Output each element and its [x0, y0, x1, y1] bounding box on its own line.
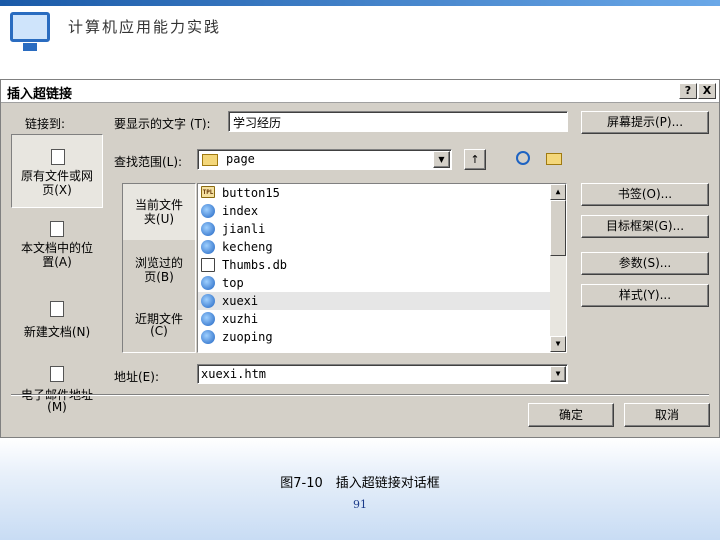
dialog-titlebar: 插入超链接 ? X	[1, 80, 719, 103]
screen-tip-button[interactable]: 屏幕提示(P)...	[581, 111, 709, 134]
nav-label: 页(B)	[144, 270, 174, 284]
nav-existing-file[interactable]: 原有文件或网 页(X)	[11, 134, 103, 208]
nav-place-in-document[interactable]: 本文档中的位 置(A)	[11, 218, 103, 280]
file-name: button15	[222, 186, 280, 200]
scroll-up-arrow-icon[interactable]: ▲	[550, 184, 566, 200]
chevron-down-icon[interactable]: ▼	[433, 151, 450, 168]
file-name: zuoping	[222, 330, 273, 344]
file-name: index	[222, 204, 259, 218]
file-name: Thumbs.db	[222, 258, 288, 272]
nav-label: 夹(U)	[143, 212, 175, 226]
display-text-input[interactable]: 学习经历	[228, 111, 568, 132]
nav-label: (C)	[150, 324, 168, 338]
bookmark-button[interactable]: 书签(O)...	[581, 183, 709, 206]
close-button[interactable]: X	[698, 83, 716, 99]
list-item[interactable]: jianli	[198, 220, 550, 238]
scroll-down-arrow-icon[interactable]: ▼	[550, 336, 566, 352]
ie-page-icon	[201, 204, 215, 218]
chevron-down-icon[interactable]: ▼	[550, 366, 566, 382]
ie-page-icon	[201, 240, 215, 254]
file-name: jianli	[222, 222, 266, 236]
slide-title: 计算机应用能力实践	[68, 18, 222, 36]
address-label: 地址(E):	[114, 370, 159, 384]
insert-hyperlink-dialog: 插入超链接 ? X 链接到: 原有文件或网 页(X) 本文档中的位 置(A) 新…	[0, 79, 720, 438]
ie-page-icon	[201, 312, 215, 326]
file-name: top	[222, 276, 244, 290]
file-name: xuzhi	[222, 312, 259, 326]
up-folder-button[interactable]: ↑	[464, 149, 486, 170]
nav-current-folder[interactable]: 当前文件 夹(U)	[123, 184, 195, 240]
style-button[interactable]: 样式(Y)...	[581, 284, 709, 307]
cancel-button[interactable]: 取消	[624, 403, 710, 427]
nav-new-document[interactable]: 新建文档(N)	[11, 296, 103, 348]
address-combo[interactable]: xuexi.htm ▼	[197, 364, 568, 384]
list-item[interactable]: TPL button15	[198, 184, 550, 202]
nav-recent-files[interactable]: 近期文件 (C)	[123, 300, 195, 352]
help-button[interactable]: ?	[679, 83, 697, 99]
page-number: 91	[353, 498, 367, 511]
link-type-nav: 原有文件或网 页(X) 本文档中的位 置(A) 新建文档(N) 电子邮件地址 (…	[11, 134, 103, 419]
nav-label: 新建文档(N)	[23, 325, 91, 339]
list-item[interactable]: top	[198, 274, 550, 292]
list-item[interactable]: Thumbs.db	[198, 256, 550, 274]
ie-page-icon	[201, 222, 215, 236]
header-stripe	[0, 0, 720, 6]
email-icon	[50, 366, 64, 382]
browse-file-button[interactable]	[543, 149, 567, 170]
existing-file-icon	[51, 149, 65, 165]
address-value: xuexi.htm	[201, 367, 267, 381]
ok-button[interactable]: 确定	[528, 403, 614, 427]
ie-page-icon	[201, 330, 215, 344]
target-frame-button[interactable]: 目标框架(G)...	[581, 215, 709, 238]
monitor-icon	[10, 12, 50, 51]
list-item[interactable]: kecheng	[198, 238, 550, 256]
file-list-scrollbar[interactable]: ▲ ▼	[550, 184, 566, 352]
list-item[interactable]: zuoping	[198, 328, 550, 346]
file-list[interactable]: TPL button15 index jianli kecheng Thumbs…	[197, 183, 567, 353]
search-web-icon	[516, 151, 530, 165]
new-document-icon	[50, 301, 64, 317]
link-to-label: 链接到:	[25, 117, 66, 131]
location-nav: 当前文件 夹(U) 浏览过的 页(B) 近期文件 (C)	[122, 183, 196, 353]
db-file-icon	[201, 258, 215, 272]
ie-page-icon	[201, 294, 215, 308]
nav-browsed-pages[interactable]: 浏览过的 页(B)	[123, 242, 195, 298]
dialog-title: 插入超链接	[7, 87, 73, 102]
document-place-icon	[50, 221, 64, 237]
scroll-thumb[interactable]	[550, 200, 566, 256]
nav-label: (M)	[47, 400, 67, 414]
file-name: xuexi	[222, 294, 259, 308]
ie-page-icon	[201, 276, 215, 290]
look-in-label: 查找范围(L):	[114, 155, 183, 169]
slide-header: 计算机应用能力实践	[0, 0, 720, 78]
parameters-button[interactable]: 参数(S)...	[581, 252, 709, 275]
template-icon: TPL	[201, 186, 215, 198]
list-item[interactable]: xuzhi	[198, 310, 550, 328]
nav-label: 置(A)	[42, 255, 72, 269]
list-item-selected[interactable]: xuexi	[198, 292, 550, 310]
nav-email-address[interactable]: 电子邮件地址 (M)	[11, 362, 103, 420]
display-text-label: 要显示的文字 (T):	[114, 117, 211, 131]
look-in-value: page	[226, 152, 255, 166]
open-folder-icon	[546, 153, 562, 165]
browse-web-button[interactable]	[513, 149, 535, 170]
divider	[11, 394, 709, 396]
figure-caption: 图7-10 插入超链接对话框	[280, 476, 440, 491]
folder-icon	[202, 154, 218, 166]
file-name: kecheng	[222, 240, 273, 254]
look-in-combo[interactable]: page ▼	[197, 149, 452, 170]
nav-label: 页(X)	[42, 183, 72, 197]
list-item[interactable]: index	[198, 202, 550, 220]
